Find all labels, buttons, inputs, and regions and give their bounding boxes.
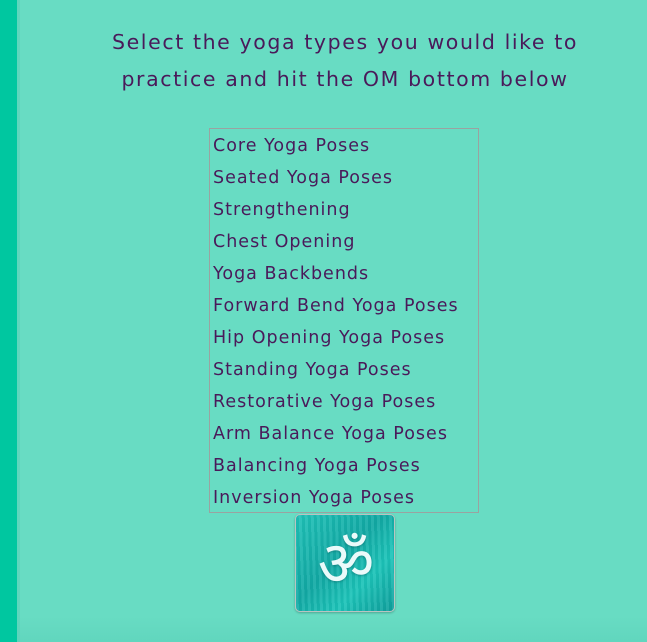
yoga-option-strengthening[interactable]: Strengthening [210,194,478,226]
instructions-text: Select the yoga types you would like to … [70,24,620,98]
yoga-option-standing[interactable]: Standing Yoga Poses [210,354,478,386]
yoga-option-arm-balance[interactable]: Arm Balance Yoga Poses [210,418,478,450]
left-accent-bar-edge [17,0,20,642]
instructions-line-2: practice and hit the OM bottom below [121,67,569,91]
yoga-option-inversion[interactable]: Inversion Yoga Poses [210,482,478,512]
left-accent-bar [0,0,17,642]
yoga-option-forward-bend[interactable]: Forward Bend Yoga Poses [210,290,478,322]
yoga-option-hip-opening[interactable]: Hip Opening Yoga Poses [210,322,478,354]
yoga-option-chest-opening[interactable]: Chest Opening [210,226,478,258]
om-submit-button[interactable]: ॐ [295,514,395,612]
yoga-option-backbends[interactable]: Yoga Backbends [210,258,478,290]
bottom-shade [17,616,647,642]
yoga-option-seated[interactable]: Seated Yoga Poses [210,162,478,194]
yoga-type-select-list[interactable]: Core Yoga Poses Seated Yoga Poses Streng… [209,128,479,513]
om-icon: ॐ [317,527,375,600]
yoga-option-balancing[interactable]: Balancing Yoga Poses [210,450,478,482]
instructions-line-1: Select the yoga types you would like to [111,30,579,54]
yoga-option-core[interactable]: Core Yoga Poses [210,130,478,162]
yoga-option-restorative[interactable]: Restorative Yoga Poses [210,386,478,418]
